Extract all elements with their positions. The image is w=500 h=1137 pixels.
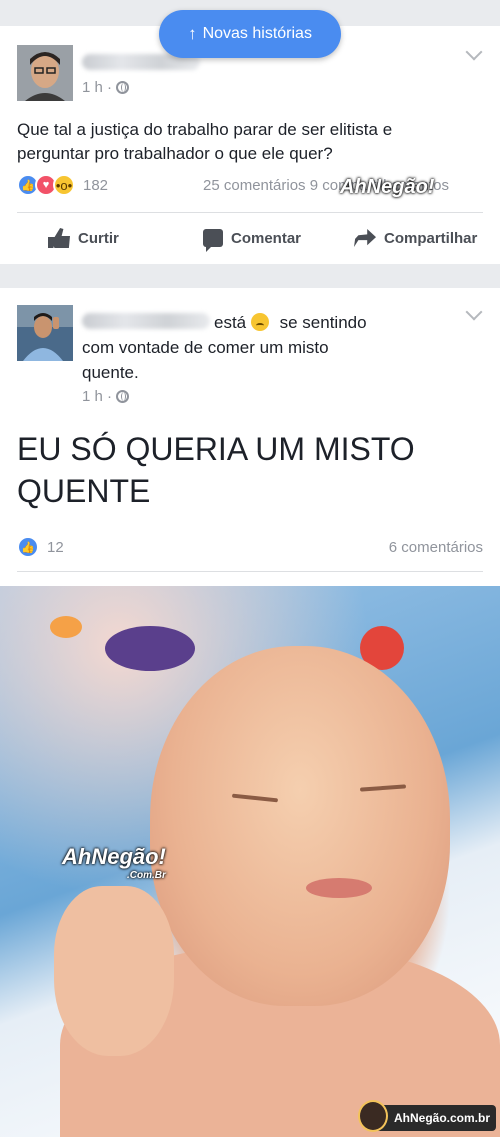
post-big-text: EU SÓ QUERIA UM MISTO QUENTE — [17, 428, 487, 512]
comment-label: Comentar — [231, 229, 302, 247]
feeling-activity: está se sentindo com vontade de comer um… — [82, 310, 412, 385]
post-time[interactable]: 1 h · — [82, 79, 112, 96]
wow-reaction-icon: •o• — [53, 174, 75, 196]
avatar[interactable] — [17, 45, 73, 101]
feeling-verb: está — [214, 313, 247, 332]
big-text-line: QUENTE — [17, 473, 151, 509]
post-meta: 1 h · — [82, 388, 130, 405]
watermark-mascot-icon — [358, 1100, 388, 1132]
like-button[interactable]: Curtir — [48, 228, 119, 248]
chevron-down-icon[interactable] — [465, 303, 483, 321]
new-stories-label: Novas histórias — [202, 25, 312, 42]
watermark-logo: AhNegão! — [340, 176, 434, 199]
feeling-text: com vontade de comer um misto — [82, 338, 329, 357]
watermark-subtext: .Com.Br — [126, 870, 166, 881]
post-card-2: está se sentindo com vontade de comer um… — [0, 288, 500, 1137]
feeling-text: se sentindo — [279, 313, 367, 332]
sad-emoji-icon — [250, 313, 269, 331]
comment-button[interactable]: Comentar — [203, 229, 302, 252]
post-time[interactable]: 1 h · — [82, 388, 112, 405]
share-icon — [354, 229, 376, 247]
baby-mouth — [306, 878, 372, 898]
post-card-1: 1 h · Que tal a justiça do trabalho para… — [0, 26, 500, 264]
post-text: Que tal a justiça do trabalho parar de s… — [17, 118, 392, 166]
share-button[interactable]: Compartilhar — [354, 229, 477, 247]
big-text-line: EU SÓ QUERIA UM MISTO — [17, 431, 415, 467]
fish-pattern — [50, 616, 82, 638]
like-reaction-icon: 👍 — [17, 536, 39, 558]
share-label: Compartilhar — [384, 229, 478, 247]
chevron-down-icon[interactable] — [465, 43, 483, 61]
thumbs-up-icon — [48, 228, 70, 248]
post-photo[interactable]: AhNegão! .Com.Br — [0, 586, 500, 1137]
post-text-line: Que tal a justiça do trabalho parar de s… — [17, 120, 393, 139]
comment-icon — [203, 229, 223, 252]
post-text-line: perguntar pro trabalhador o que ele quer… — [17, 144, 333, 163]
watermark-footer-text: AhNegão.com.br — [393, 1111, 490, 1125]
avatar[interactable] — [17, 305, 73, 361]
divider — [17, 571, 483, 572]
baby-face — [150, 646, 450, 1006]
watermark-footer: AhNegão.com.br — [370, 1105, 496, 1131]
watermark-text: AhNegão! — [340, 176, 435, 198]
feeling-text: quente. — [82, 363, 139, 382]
post-actions: Curtir Comentar Compartilhar — [0, 216, 500, 260]
watermark-logo: AhNegão! .Com.Br — [62, 844, 166, 881]
comments-count[interactable]: 6 comentários — [389, 539, 483, 556]
globe-icon — [116, 390, 130, 403]
whale-pattern — [105, 626, 195, 671]
reactions-summary[interactable]: 👍 12 — [17, 536, 64, 558]
watermark-text: AhNegão! — [62, 844, 166, 869]
arrow-up-icon: ↑ — [188, 24, 197, 43]
like-label: Curtir — [78, 229, 119, 247]
globe-icon — [116, 81, 130, 94]
reaction-count: 12 — [47, 538, 64, 556]
new-stories-button[interactable]: ↑ Novas histórias — [159, 10, 341, 58]
baby-hand — [54, 886, 174, 1056]
reaction-count: 182 — [83, 176, 109, 194]
divider — [17, 212, 483, 213]
reactions-summary[interactable]: 👍 ♥ •o• 182 — [17, 174, 108, 196]
post-meta: 1 h · — [82, 79, 130, 96]
